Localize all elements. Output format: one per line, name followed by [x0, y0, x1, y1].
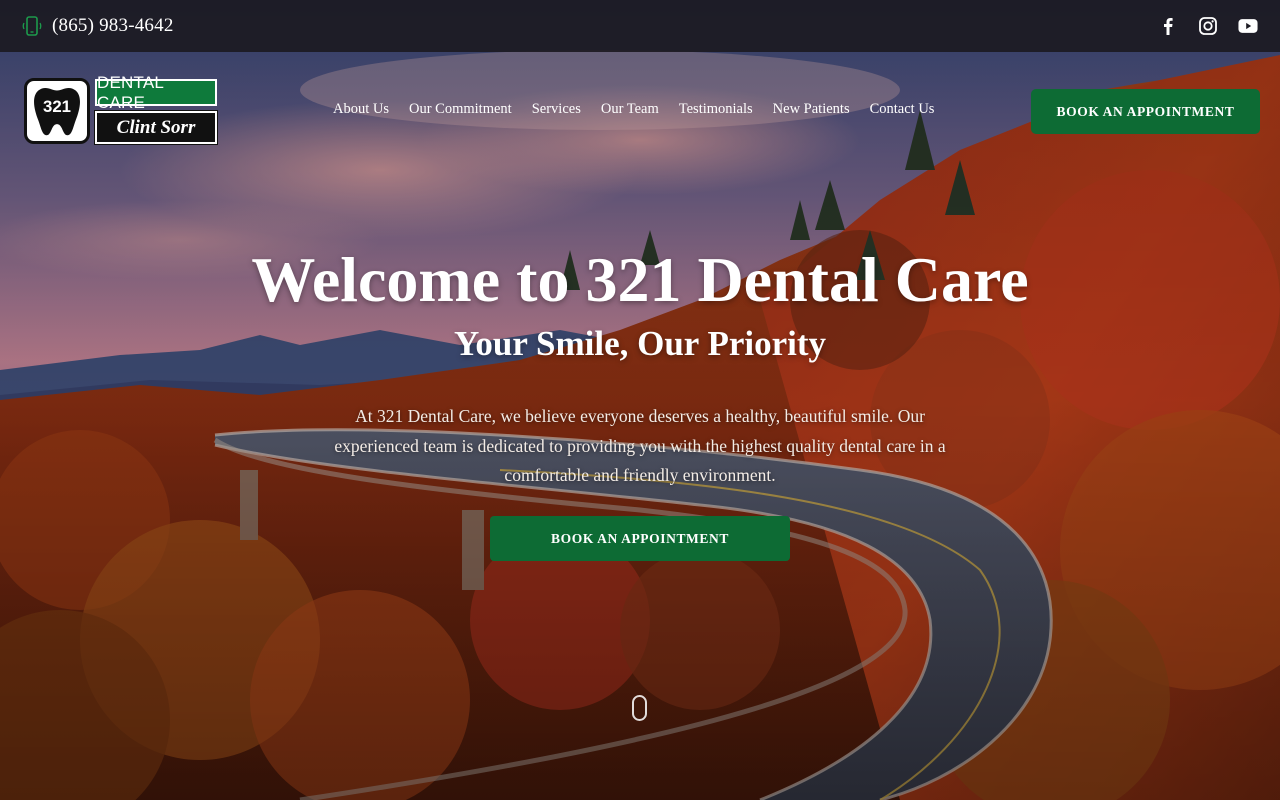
top-bar: (865) 983-4642 — [0, 0, 1280, 52]
hero-title: Welcome to 321 Dental Care — [251, 244, 1029, 315]
instagram-icon[interactable] — [1198, 16, 1218, 36]
hero-section: Welcome to 321 Dental Care Your Smile, O… — [0, 240, 1280, 491]
site-logo[interactable]: 321 DENTAL CARE Clint Sorr — [24, 73, 218, 146]
nav-item-contact-us[interactable]: Contact Us — [870, 101, 935, 118]
nav-item-our-commitment[interactable]: Our Commitment — [409, 101, 512, 118]
header-book-appointment-button[interactable]: BOOK AN APPOINTMENT — [1031, 89, 1260, 134]
logo-dental-care-text: DENTAL CARE — [95, 73, 217, 112]
nav-item-about-us[interactable]: About Us — [333, 101, 389, 118]
phone-number[interactable]: (865) 983-4642 — [52, 15, 174, 37]
mobile-phone-icon — [22, 15, 42, 37]
youtube-icon[interactable] — [1238, 16, 1258, 36]
tooth-logo-icon: 321 — [24, 78, 90, 144]
social-links — [1158, 16, 1258, 36]
phone-contact[interactable]: (865) 983-4642 — [22, 15, 174, 37]
nav-item-new-patients[interactable]: New Patients — [773, 101, 850, 118]
hero-book-appointment-button[interactable]: BOOK AN APPOINTMENT — [490, 516, 790, 561]
facebook-icon[interactable] — [1158, 16, 1178, 36]
nav-item-testimonials[interactable]: Testimonials — [679, 101, 753, 118]
scroll-down-icon[interactable] — [632, 695, 647, 721]
nav-item-our-team[interactable]: Our Team — [601, 101, 659, 118]
main-nav: About Us Our Commitment Services Our Tea… — [333, 101, 934, 118]
nav-item-services[interactable]: Services — [532, 101, 581, 118]
logo-number: 321 — [43, 97, 71, 116]
logo-doctor-name: Clint Sorr — [94, 110, 218, 145]
hero-subtitle: Your Smile, Our Priority — [453, 324, 826, 363]
hero-description: At 321 Dental Care, we believe everyone … — [334, 406, 946, 485]
